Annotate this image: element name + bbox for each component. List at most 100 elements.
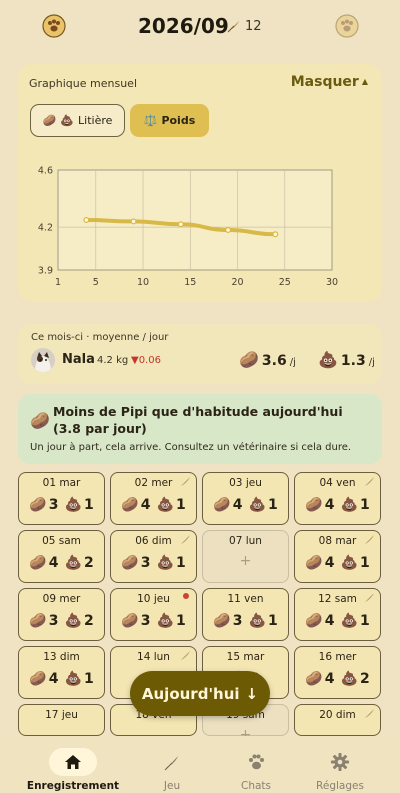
pee-count: 🥔 3 [29,497,58,513]
calendar-day-label: 16 mer [318,651,357,663]
day-counts: 🥔 3 💩 1 [111,555,196,571]
calendar-day-cell[interactable]: 01 mar 🥔 3 💩 1 [18,472,105,525]
bottom-nav: Enregistrement Jeu Chats Réglages [0,736,400,793]
day-counts: 🥔 3 💩 1 [203,613,288,629]
data-point [177,221,184,228]
pee-count: 🥔 4 [305,671,334,687]
next-month-button[interactable] [333,12,361,40]
poop-icon: 💩 [64,613,82,629]
health-alert[interactable]: 🥔 Moins de Pipi que d'habitude aujourd'h… [18,394,382,464]
poop-icon: 💩 [156,613,174,629]
calendar-day-cell[interactable]: 20 dim [294,704,381,736]
day-counts: 🥔 3 💩 1 [111,613,196,629]
calendar-day-label: 13 dim [43,651,80,663]
paw-icon-wrap [232,748,280,776]
pee-count-value: 3 [140,555,151,571]
calendar-day-label: 17 jeu [45,709,78,721]
poop-count: 💩 1 [341,497,370,513]
pee-count: 🥔 3 [121,613,150,629]
pee-count-value: 4 [324,555,335,571]
calendar-day-cell[interactable]: 17 jeu [18,704,105,736]
pee-potato-icon: 🥔 [305,613,323,629]
pee-count-value: 3 [140,613,151,629]
poop-average-unit: /j [368,357,375,368]
day-counts: 🥔 4 💩 1 [19,671,104,687]
monthly-summary-card: Ce mois-ci · moyenne / jour Nala 4.2 kg … [18,324,382,384]
calendar-day-cell[interactable]: 10 jeu 🥔 3 💩 1 [110,588,197,641]
poop-count-value: 2 [83,613,94,629]
pee-count: 🥔 4 [29,671,58,687]
poop-count: 💩 1 [157,497,186,513]
poop-icon: 💩 [64,671,82,687]
home-icon-wrap [49,748,97,776]
data-point [225,226,232,233]
hide-chart-button[interactable]: Masquer ▲ [291,74,368,90]
calendar-day-cell[interactable]: 05 sam 🥔 4 💩 2 [18,530,105,583]
calendar-day-label: 01 mar [42,477,81,489]
nav-label: Enregistrement [26,780,120,792]
data-point [130,218,137,225]
calendar-day-cell[interactable]: 02 mer 🥔 4 💩 1 [110,472,197,525]
cat-avatar[interactable] [31,348,55,372]
poop-count-value: 2 [83,555,94,571]
today-button[interactable]: Aujourd'hui ↓ [130,671,270,716]
poop-count-value: 1 [359,497,370,513]
poop-count: 💩 1 [65,671,94,687]
poop-icon: 💩 [156,555,174,571]
pee-potato-icon: 🥔 [121,497,139,513]
calendar-day-cell[interactable]: 09 mer 🥔 3 💩 2 [18,588,105,641]
calendar-day-cell[interactable]: 13 dim 🥔 4 💩 1 [18,646,105,699]
calendar-day-label: 05 sam [42,535,81,547]
x-tick-label: 1 [55,277,61,288]
weight-line-chart: 1 5 10 15 20 25 304.64.23.9 [38,166,338,289]
day-counts: 🥔 3 💩 1 [19,497,104,513]
calendar-day-label: 07 lun [229,535,262,547]
pee-count: 🥔 4 [305,555,334,571]
tab-litiere[interactable]: 🥔 💩 Litière [30,104,125,137]
tab-poids[interactable]: ⚖️ Poids [130,104,209,137]
y-tick-label: 3.9 [38,266,53,277]
alert-title: Moins de Pipi que d'habitude aujourd'hui… [53,404,343,436]
data-point [272,231,279,238]
cat-name: Nala [62,352,95,367]
calendar-day-cell[interactable]: 03 jeu 🥔 4 💩 1 [202,472,289,525]
poop-icon: 💩 [60,114,75,127]
pee-count: 🥔 4 [213,497,242,513]
nav-item-reglages[interactable]: Réglages [290,736,390,793]
calendar-day-cell[interactable]: 04 ven 🥔 4 💩 1 [294,472,381,525]
pee-potato-icon: 🥔 [29,555,47,571]
poop-icon: 💩 [340,497,358,513]
add-entry-icon: + [239,553,252,569]
poop-icon: 💩 [340,613,358,629]
pee-potato-icon: 🥔 [305,497,323,513]
poop-icon: 💩 [64,555,82,571]
x-tick-label: 30 [326,277,338,288]
pee-potato-icon: 🥔 [29,613,47,629]
calendar-day-cell[interactable]: 16 mer 🥔 4 💩 2 [294,646,381,699]
nav-item-enregistrement[interactable]: Enregistrement [23,736,123,793]
tab-poids-label: Poids [161,114,196,127]
pee-count-value: 4 [48,671,59,687]
pee-count-value: 4 [232,497,243,513]
poop-count-value: 1 [175,497,186,513]
previous-month-button[interactable] [40,12,68,40]
calendar-day-cell[interactable]: 11 ven 🥔 3 💩 1 [202,588,289,641]
feather-icon [227,21,239,33]
y-tick-label: 4.2 [38,223,53,234]
calendar-day-cell[interactable]: 06 dim 🥔 3 💩 1 [110,530,197,583]
feather-icon [363,535,374,546]
calendar-day-cell[interactable]: 12 sam 🥔 4 💩 1 [294,588,381,641]
day-counts: 🥔 4 💩 2 [295,671,380,687]
alert-subtitle: Un jour à part, cela arrive. Consultez u… [30,442,352,453]
scale-icon: ⚖️ [143,114,158,127]
pee-potato-icon: 🥔 [29,497,47,513]
pee-potato-icon: 🥔 [305,555,323,571]
day-counts: 🥔 4 💩 1 [295,613,380,629]
pee-count-value: 3 [48,613,59,629]
pee-potato-icon: 🥔 [213,497,231,513]
pee-count-value: 4 [324,497,335,513]
poop-average-value: 1.3 [340,353,366,369]
calendar-day-cell[interactable]: 08 mar 🥔 4 💩 1 [294,530,381,583]
feather-count: 12 [245,19,262,34]
calendar-day-cell[interactable]: 07 lun + [202,530,289,583]
